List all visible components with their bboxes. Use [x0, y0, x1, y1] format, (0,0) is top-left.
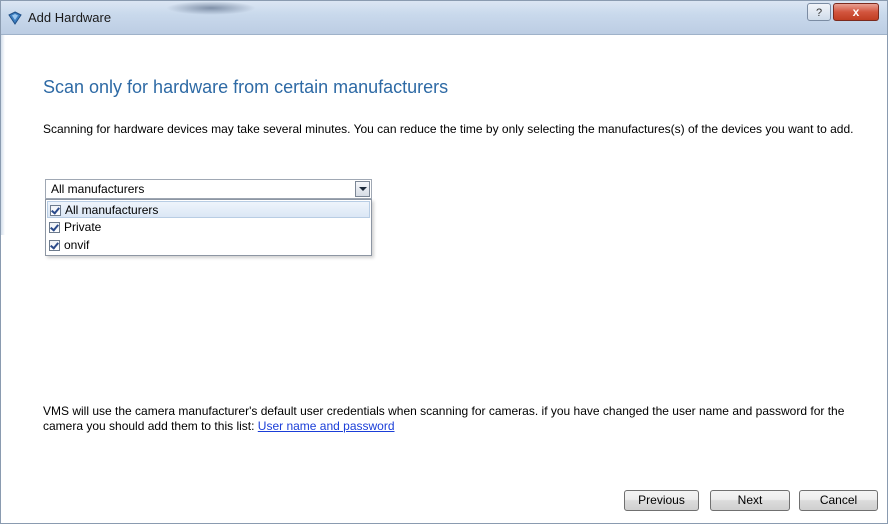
close-button[interactable]: x — [833, 3, 879, 21]
next-button[interactable]: Next — [710, 490, 790, 511]
title-bar-glow — [166, 1, 256, 15]
manufacturer-option-onvif[interactable]: onvif — [47, 237, 370, 254]
manufacturer-option-label: Private — [64, 220, 102, 234]
credentials-note-text: VMS will use the camera manufacturer's d… — [43, 404, 845, 433]
manufacturer-dropdown-value: All manufacturers — [51, 182, 145, 196]
manufacturer-dropdown[interactable]: All manufacturers — [45, 179, 372, 199]
page-description: Scanning for hardware devices may take s… — [43, 122, 854, 136]
manufacturer-option-label: All manufacturers — [65, 203, 159, 217]
checkbox-icon[interactable] — [49, 222, 60, 233]
manufacturer-option-label: onvif — [64, 238, 90, 252]
manufacturer-option-all[interactable]: All manufacturers — [47, 201, 370, 218]
chevron-down-icon[interactable] — [355, 181, 370, 197]
add-hardware-window: Add Hardware ? x Scan only for hardware … — [0, 0, 888, 524]
checkbox-icon[interactable] — [49, 240, 60, 251]
manufacturer-list: All manufacturers Private onvif — [45, 199, 372, 256]
window-title: Add Hardware — [28, 10, 112, 25]
app-shield-icon — [8, 11, 22, 25]
credentials-note: VMS will use the camera manufacturer's d… — [43, 404, 873, 434]
checkbox-icon[interactable] — [50, 205, 61, 216]
credentials-link[interactable]: User name and password — [258, 419, 395, 433]
cancel-button[interactable]: Cancel — [799, 490, 878, 511]
page-title: Scan only for hardware from certain manu… — [43, 77, 449, 97]
window-edge — [1, 35, 5, 235]
title-bar[interactable]: Add Hardware ? x — [1, 1, 887, 35]
previous-button[interactable]: Previous — [624, 490, 699, 511]
help-button[interactable]: ? — [807, 3, 831, 21]
manufacturer-option-private[interactable]: Private — [47, 219, 370, 236]
